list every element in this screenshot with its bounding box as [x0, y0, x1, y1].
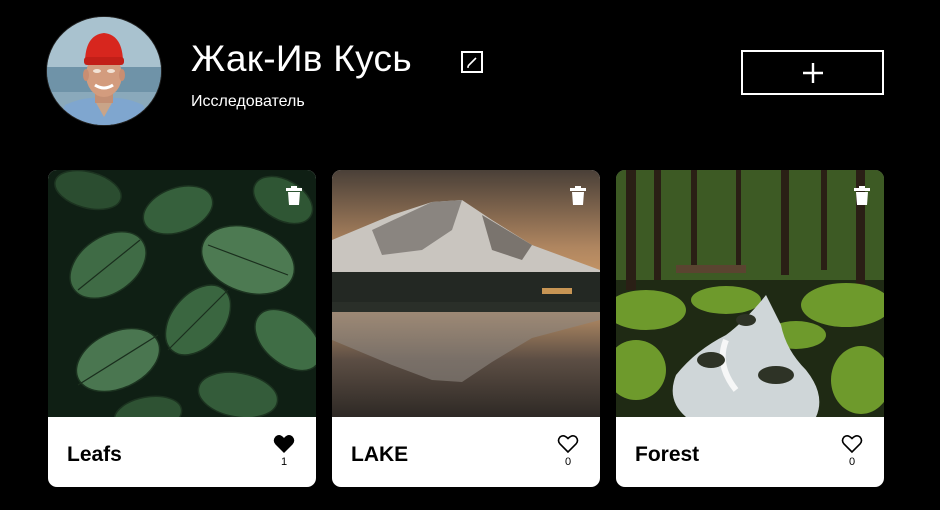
card: Forest 0	[616, 170, 884, 487]
like-count: 1	[280, 456, 288, 468]
delete-card-button[interactable]	[853, 186, 871, 206]
heart-filled-icon	[273, 435, 295, 453]
like-button[interactable]	[841, 434, 863, 454]
green-leaves-photo	[48, 170, 316, 417]
trash-icon	[286, 186, 302, 205]
profile-avatar[interactable]	[47, 17, 161, 125]
delete-card-button[interactable]	[569, 186, 587, 206]
heart-outline-icon	[841, 435, 863, 454]
card-image-lake[interactable]	[332, 170, 600, 417]
mountain-lake-photo	[332, 170, 600, 417]
like-button[interactable]	[273, 434, 295, 454]
card-image-forest[interactable]	[616, 170, 884, 417]
profile-page: Жак-Ив Кусь Исследователь Leafs 1 LAKE 0…	[0, 0, 940, 510]
profile-role: Исследователь	[191, 93, 305, 110]
trash-icon	[854, 186, 870, 205]
card-title: Forest	[635, 443, 700, 466]
like-group: 0	[556, 434, 580, 469]
profile-name: Жак-Ив Кусь	[191, 38, 412, 79]
pencil-edit-icon	[467, 57, 477, 68]
like-group: 1	[272, 434, 296, 469]
card-title: LAKE	[351, 443, 409, 466]
trash-icon	[570, 186, 586, 205]
like-count: 0	[848, 456, 856, 468]
like-group: 0	[840, 434, 864, 469]
heart-outline-icon	[557, 435, 579, 454]
card-title: Leafs	[67, 443, 122, 466]
card-image-leaves[interactable]	[48, 170, 316, 417]
card: LAKE 0	[332, 170, 600, 487]
add-card-button[interactable]	[741, 50, 884, 95]
delete-card-button[interactable]	[285, 186, 303, 206]
card: Leafs 1	[48, 170, 316, 487]
explorer-portrait-image	[47, 17, 161, 125]
plus-icon	[802, 62, 823, 83]
like-button[interactable]	[557, 434, 579, 454]
like-count: 0	[564, 456, 572, 468]
edit-profile-button[interactable]	[461, 51, 483, 73]
mossy-forest-stream-photo	[616, 170, 884, 417]
